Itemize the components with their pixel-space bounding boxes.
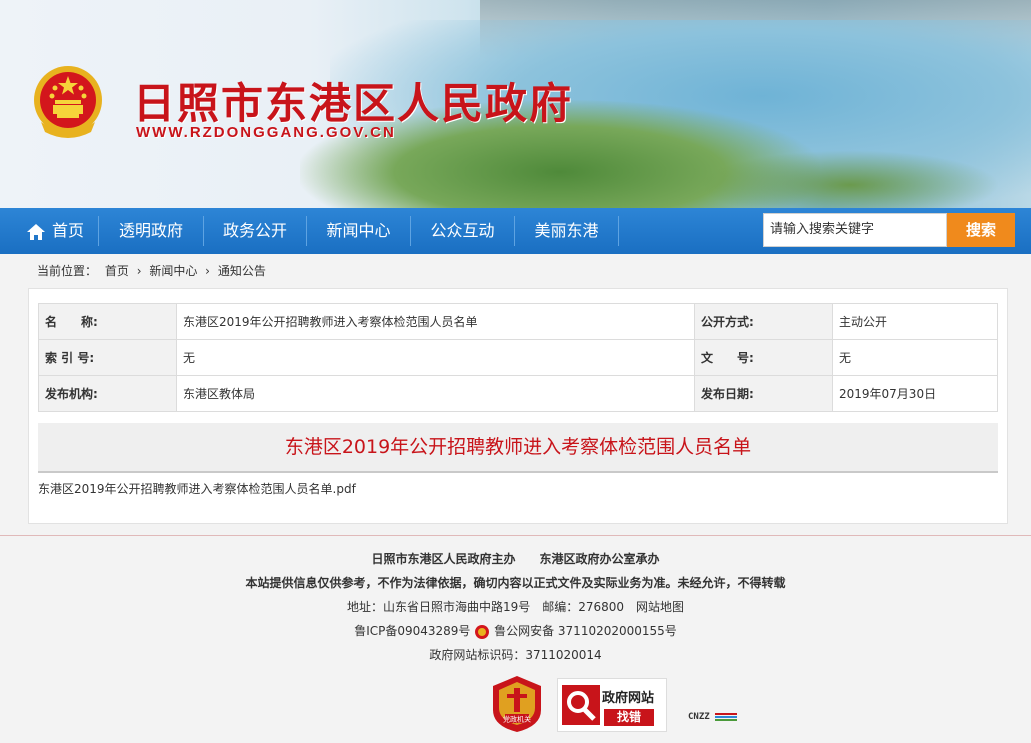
table-row: 发布机构: 东港区教体局 发布日期: 2019年07月30日 [38,375,998,412]
nav-item-home[interactable]: 首页 [14,208,96,254]
nav-item-gov-affairs[interactable]: 政务公开 [204,208,306,254]
article-title: 东港区2019年公开招聘教师进入考察体检范围人员名单 [284,436,752,458]
table-row: 索 引 号: 无 文 号: 无 [38,339,998,376]
footer-sponsor-host: 日照市东港区人民政府主办 [371,552,516,566]
meta-value: 东港区2019年公开招聘教师进入考察体检范围人员名单 [176,303,695,340]
cnzz-stripes-icon [715,712,738,721]
breadcrumb: 当前位置： 首页 › 新闻中心 › 通知公告 [37,262,270,279]
footer-sponsor: 日照市东港区人民政府主办 东港区政府办公室承办 [0,550,1031,567]
police-badge-icon [475,624,490,639]
table-row: 名 称: 东港区2019年公开招聘教师进入考察体检范围人员名单 公开方式: 主动… [38,303,998,340]
nav-divider [618,216,619,246]
breadcrumb-link-news[interactable]: 新闻中心 [149,264,197,278]
search-button[interactable]: 搜索 [947,213,1015,247]
footer-address: 地址：山东省日照市海曲中路19号 邮编：276800 网站地图 [346,600,685,614]
attachment-link[interactable]: 东港区2019年公开招聘教师进入考察体检范围人员名单.pdf [38,480,356,497]
meta-value: 无 [832,339,998,376]
magnifier-icon [562,685,600,725]
national-emblem-icon [34,66,102,138]
meta-value: 无 [176,339,695,376]
nav-item-beautiful-donggang[interactable]: 美丽东港 [515,208,618,254]
meta-label: 发布机构: [38,375,177,412]
cnzz-label: CNZZ [688,712,710,722]
site-url: WWW.RZDONGGANG.GOV.CN [136,124,396,141]
badge1-label: 党政机关 [503,715,531,724]
party-gov-badge-icon[interactable]: 党政机关 [491,674,543,734]
breadcrumb-separator: › [136,264,142,278]
meta-label: 索 引 号: [38,339,177,376]
document-meta-table: 名 称: 东港区2019年公开招聘教师进入考察体检范围人员名单 公开方式: 主动… [38,303,998,412]
meta-label: 文 号: [694,339,833,376]
meta-value: 主动公开 [832,303,998,340]
breadcrumb-separator: › [205,264,210,278]
gov-site-error-report-badge[interactable]: 政府网站 找错 [557,678,667,732]
footer-registration: 鲁ICP备09043289号 鲁公网安备 37110202000155号 [0,622,1031,640]
meta-value: 2019年07月30日 [832,375,998,412]
footer-site-id: 政府网站标识码：3711020014 [429,648,602,662]
police-link[interactable]: 鲁公网安备 37110202000155号 [494,624,677,638]
meta-label: 名 称: [38,303,177,340]
footer-disclaimer: 本站提供信息仅供参考，不作为法律依据，确切内容以正式文件及实际业务为准。未经允许… [245,576,786,590]
nav-item-transparent-gov[interactable]: 透明政府 [99,208,203,254]
article-title-bar: 东港区2019年公开招聘教师进入考察体检范围人员名单 [38,423,998,473]
footer-divider [0,535,1031,536]
breadcrumb-link-home[interactable]: 首页 [105,264,129,278]
meta-value: 东港区教体局 [176,375,695,412]
meta-label: 公开方式: [694,303,833,340]
badge2-subtitle: 找错 [604,709,654,726]
home-icon [26,223,45,240]
breadcrumb-link-notice[interactable]: 通知公告 [218,264,266,278]
footer-sponsor-organizer: 东港区政府办公室承办 [539,552,660,566]
site-title: 日照市东港区人民政府 [133,79,574,128]
search-input[interactable]: 请输入搜索关键字 [763,213,947,247]
breadcrumb-prefix: 当前位置： [37,264,98,278]
nav-item-interaction[interactable]: 公众互动 [411,208,514,254]
nav-item-news[interactable]: 新闻中心 [307,208,410,254]
icp-link[interactable]: 鲁ICP备09043289号 [354,624,470,638]
cnzz-badge[interactable]: CNZZ [688,712,738,722]
meta-label: 发布日期: [694,375,833,412]
nav-item-label: 首页 [51,221,84,240]
badge2-title: 政府网站 [602,691,655,706]
